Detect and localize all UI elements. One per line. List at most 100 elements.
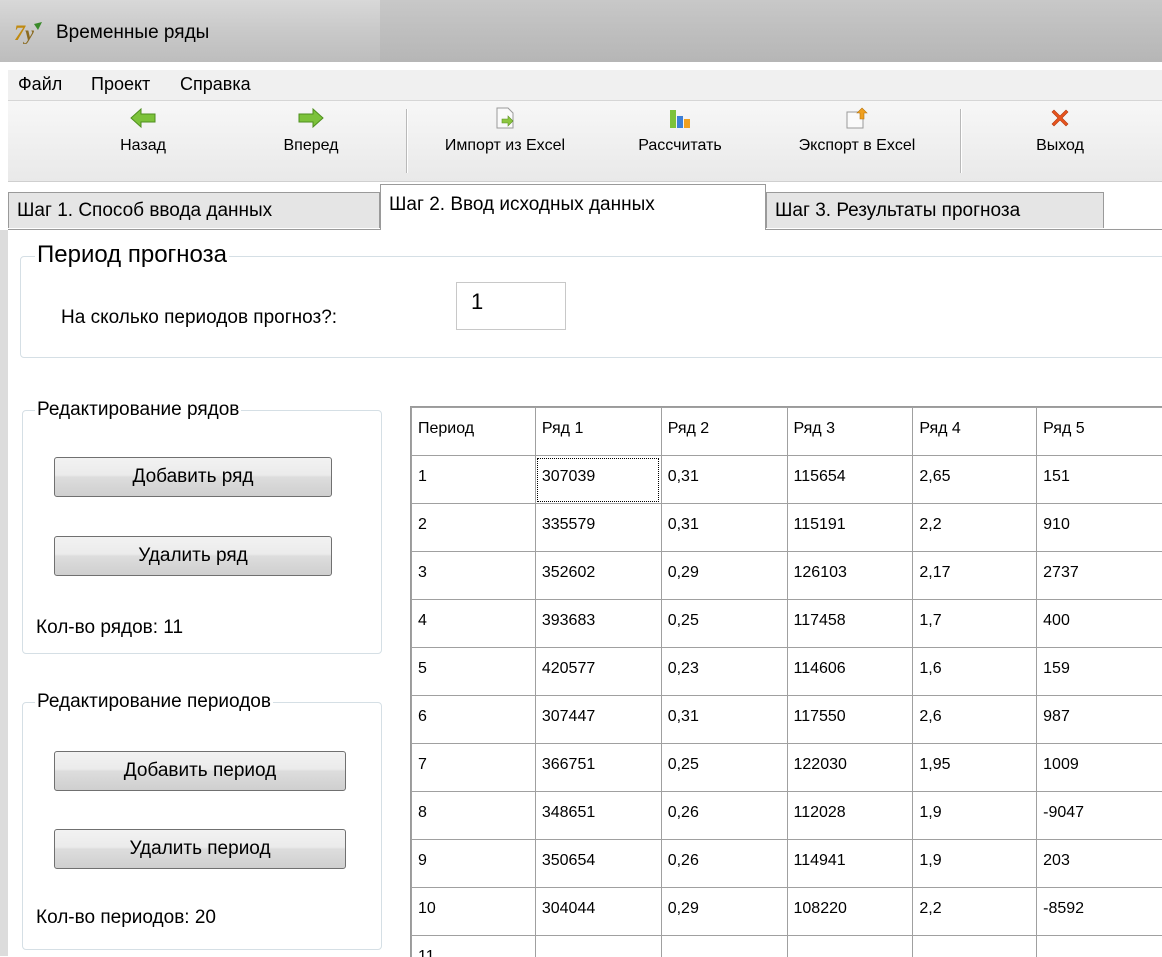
value-cell[interactable]: 114606 (787, 648, 913, 696)
column-header[interactable]: Ряд 1 (535, 408, 661, 456)
add-series-button[interactable]: Добавить ряд (54, 457, 332, 497)
value-cell[interactable] (1037, 936, 1162, 957)
table-row: 11 (412, 936, 1162, 957)
series-count: Кол-во рядов: 11 (36, 617, 183, 639)
import-excel-button[interactable]: Импорт из Excel (420, 107, 590, 173)
value-cell[interactable]: 2,17 (913, 552, 1037, 600)
period-cell[interactable]: 6 (412, 696, 536, 744)
period-cell[interactable]: 8 (412, 792, 536, 840)
value-cell[interactable]: 393683 (535, 600, 661, 648)
value-cell[interactable]: 335579 (535, 504, 661, 552)
value-cell[interactable]: 112028 (787, 792, 913, 840)
period-cell[interactable]: 7 (412, 744, 536, 792)
tab-step1[interactable]: Шаг 1. Способ ввода данных (8, 192, 380, 228)
period-cell[interactable]: 2 (412, 504, 536, 552)
tab-step3[interactable]: Шаг 3. Результаты прогноза (766, 192, 1104, 228)
tab-step2[interactable]: Шаг 2. Ввод исходных данных (380, 184, 766, 230)
value-cell[interactable]: 151 (1037, 456, 1162, 504)
value-cell[interactable] (661, 936, 787, 957)
value-cell[interactable]: 0,29 (661, 552, 787, 600)
period-cell[interactable]: 5 (412, 648, 536, 696)
title-bar-shade (380, 0, 1162, 62)
value-cell[interactable]: 910 (1037, 504, 1162, 552)
title-bar: 7 y Временные ряды (0, 0, 1162, 62)
period-cell[interactable]: 4 (412, 600, 536, 648)
calculate-button[interactable]: Рассчитать (620, 107, 740, 173)
menu-file[interactable]: Файл (18, 74, 62, 95)
value-cell[interactable]: 307039 (535, 456, 661, 504)
value-cell[interactable]: 122030 (787, 744, 913, 792)
value-cell[interactable]: 400 (1037, 600, 1162, 648)
period-cell[interactable]: 1 (412, 456, 536, 504)
value-cell[interactable]: 0,26 (661, 792, 787, 840)
period-cell[interactable]: 10 (412, 888, 536, 936)
value-cell[interactable]: 108220 (787, 888, 913, 936)
value-cell[interactable]: 0,31 (661, 456, 787, 504)
value-cell[interactable]: 0,31 (661, 504, 787, 552)
value-cell[interactable]: 2,2 (913, 504, 1037, 552)
value-cell[interactable]: 1,95 (913, 744, 1037, 792)
menu-help[interactable]: Справка (180, 74, 251, 95)
period-cell[interactable]: 3 (412, 552, 536, 600)
value-cell[interactable]: 2,65 (913, 456, 1037, 504)
value-cell[interactable]: 2737 (1037, 552, 1162, 600)
table-row: 103040440,291082202,2-8592 (412, 888, 1162, 936)
value-cell[interactable]: 0,29 (661, 888, 787, 936)
value-cell[interactable]: 0,26 (661, 840, 787, 888)
value-cell[interactable] (913, 936, 1037, 957)
value-cell[interactable]: 420577 (535, 648, 661, 696)
column-header[interactable]: Период (412, 408, 536, 456)
value-cell[interactable]: 114941 (787, 840, 913, 888)
value-cell[interactable]: 2,2 (913, 888, 1037, 936)
value-cell[interactable]: 115191 (787, 504, 913, 552)
column-header[interactable]: Ряд 4 (913, 408, 1037, 456)
forecast-periods-input[interactable]: 1 (456, 282, 566, 330)
column-header[interactable]: Ряд 5 (1037, 408, 1162, 456)
forward-label: Вперед (266, 137, 356, 155)
period-cell[interactable]: 9 (412, 840, 536, 888)
value-cell[interactable]: 304044 (535, 888, 661, 936)
value-cell[interactable]: 366751 (535, 744, 661, 792)
value-cell[interactable]: 0,23 (661, 648, 787, 696)
remove-period-button[interactable]: Удалить период (54, 829, 346, 869)
value-cell[interactable] (787, 936, 913, 957)
value-cell[interactable]: 126103 (787, 552, 913, 600)
value-cell[interactable]: 307447 (535, 696, 661, 744)
remove-series-button[interactable]: Удалить ряд (54, 536, 332, 576)
export-excel-button[interactable]: Экспорт в Excel (772, 107, 942, 173)
value-cell[interactable]: 348651 (535, 792, 661, 840)
value-cell[interactable]: 0,25 (661, 600, 787, 648)
value-cell[interactable]: 1,9 (913, 792, 1037, 840)
value-cell[interactable]: 1,7 (913, 600, 1037, 648)
value-cell[interactable]: 1,6 (913, 648, 1037, 696)
column-header[interactable]: Ряд 2 (661, 408, 787, 456)
add-period-button[interactable]: Добавить период (54, 751, 346, 791)
value-cell[interactable]: 2,6 (913, 696, 1037, 744)
period-cell[interactable]: 11 (412, 936, 536, 957)
value-cell[interactable]: 117458 (787, 600, 913, 648)
value-cell[interactable]: 1009 (1037, 744, 1162, 792)
value-cell[interactable]: -9047 (1037, 792, 1162, 840)
toolbar-separator (406, 109, 407, 173)
menu-project[interactable]: Проект (91, 74, 150, 95)
value-cell[interactable]: 350654 (535, 840, 661, 888)
export-excel-label: Экспорт в Excel (772, 137, 942, 155)
exit-button[interactable]: Выход (1020, 107, 1100, 173)
table-row: 93506540,261149411,9203 (412, 840, 1162, 888)
value-cell[interactable]: 352602 (535, 552, 661, 600)
value-cell[interactable] (535, 936, 661, 957)
value-cell[interactable]: 117550 (787, 696, 913, 744)
value-cell[interactable]: 115654 (787, 456, 913, 504)
value-cell[interactable]: 0,31 (661, 696, 787, 744)
back-button[interactable]: Назад (98, 107, 188, 173)
value-cell[interactable]: -8592 (1037, 888, 1162, 936)
table-row: 23355790,311151912,2910 (412, 504, 1162, 552)
value-cell[interactable]: 203 (1037, 840, 1162, 888)
value-cell[interactable]: 987 (1037, 696, 1162, 744)
column-header[interactable]: Ряд 3 (787, 408, 913, 456)
forward-button[interactable]: Вперед (266, 107, 356, 173)
value-cell[interactable]: 159 (1037, 648, 1162, 696)
value-cell[interactable]: 1,9 (913, 840, 1037, 888)
forecast-group-title: Период прогноза (35, 241, 229, 269)
value-cell[interactable]: 0,25 (661, 744, 787, 792)
